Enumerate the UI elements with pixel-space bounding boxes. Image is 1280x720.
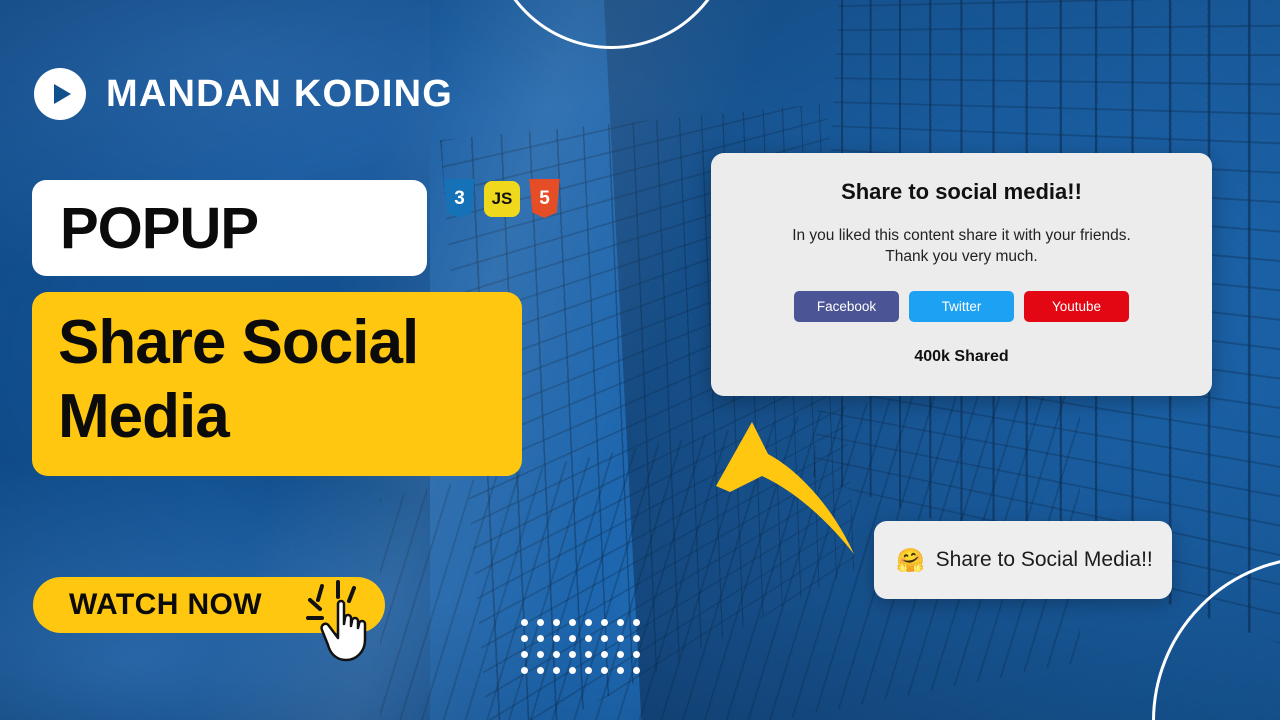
kicker-card: POPUP — [32, 180, 427, 276]
hero-title-line-2: Media — [58, 382, 230, 451]
share-popup-dialog: Share to social media!! In you liked thi… — [711, 153, 1212, 396]
share-youtube-button[interactable]: Youtube — [1024, 291, 1129, 322]
hero-title-line-1: Share Social — [58, 308, 419, 377]
tech-stack-icons: 3 JS 5 — [443, 179, 561, 218]
popup-body-line-1: In you liked this content share it with … — [792, 227, 1131, 244]
thumbnail-canvas: MANDAN KODING POPUP 3 JS 5 Share Social … — [0, 0, 1280, 720]
css3-icon: 3 — [444, 179, 475, 218]
popup-body-line-2: Thank you very much. — [885, 248, 1038, 265]
popup-body: In you liked this content share it with … — [741, 225, 1182, 267]
dot-grid-decoration — [521, 619, 649, 683]
javascript-icon: JS — [484, 181, 520, 217]
kicker-text: POPUP — [60, 195, 259, 261]
watch-now-label: WATCH NOW — [69, 588, 263, 621]
play-triangle-icon — [54, 84, 71, 104]
popup-share-buttons: Facebook Twitter Youtube — [741, 291, 1182, 322]
brand-lockup: MANDAN KODING — [34, 68, 453, 120]
share-count: 400k Shared — [914, 348, 1009, 365]
share-toast-label: Share to Social Media!! — [935, 548, 1153, 571]
play-circle-icon — [34, 68, 86, 120]
hugging-face-emoji-icon: 🤗 — [896, 546, 925, 573]
share-toast[interactable]: 🤗 Share to Social Media!! — [874, 521, 1172, 599]
hero-title-card: Share Social Media — [32, 292, 522, 476]
brand-name: MANDAN KODING — [106, 72, 454, 115]
share-facebook-button[interactable]: Facebook — [794, 291, 899, 322]
html5-icon: 5 — [529, 179, 560, 218]
popup-title: Share to social media!! — [841, 179, 1082, 204]
css3-glyph: 3 — [454, 187, 465, 209]
share-twitter-button[interactable]: Twitter — [909, 291, 1014, 322]
javascript-glyph: JS — [491, 189, 513, 208]
html5-glyph: 5 — [539, 187, 550, 209]
watch-now-button[interactable]: WATCH NOW — [33, 577, 385, 633]
